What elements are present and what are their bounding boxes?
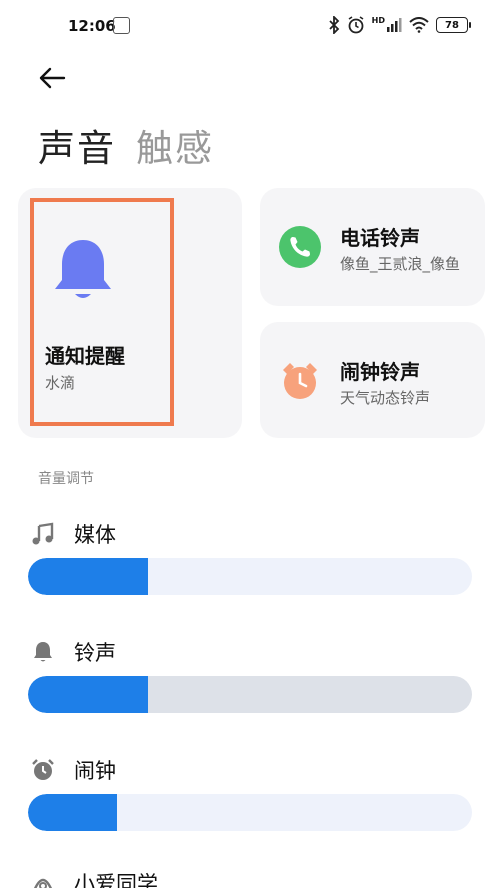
battery-level: 78 [445,19,459,31]
status-time: 12:06 [68,17,116,35]
volume-alarm-label: 闹钟 [74,759,116,783]
media-volume-slider[interactable] [28,558,472,595]
volume-row-alarm: 闹钟 [30,755,116,785]
volume-row-assistant: 小爱同学 [30,868,158,888]
volume-row-media: 媒体 [30,519,116,549]
alarm-sound-card[interactable]: 闹钟铃声 天气动态铃声 [260,322,485,438]
status-bar: 12:06 HD 78 [0,0,500,56]
signal-icon [387,18,402,32]
alarm-clock-icon [348,16,364,34]
tab-sound[interactable]: 声音 [38,118,116,172]
volume-assistant-label: 小爱同学 [74,872,158,888]
alarm-volume-slider[interactable] [28,794,472,831]
tab-bar: 声音 触感 [38,118,214,172]
bluetooth-icon [329,16,339,34]
phone-icon [279,226,321,268]
tab-haptics[interactable]: 触感 [136,118,214,172]
bell-icon [30,639,56,665]
battery-icon: 78 [436,17,471,33]
slider-fill [28,794,117,831]
back-button[interactable] [36,62,76,98]
alarm-clock-icon [30,757,56,783]
ringtone-volume-slider[interactable] [28,676,472,713]
volume-ringtone-label: 铃声 [74,641,116,665]
wifi-icon [409,17,429,33]
slider-fill [28,676,148,713]
volume-row-ringtone: 铃声 [30,637,116,667]
back-arrow-icon [39,67,66,89]
ringtone-card-title: 电话铃声 [340,226,420,250]
bell-icon [55,240,111,298]
assistant-icon [30,870,56,888]
volume-media-label: 媒体 [74,523,116,547]
ringtone-card[interactable]: 电话铃声 像鱼_王贰浪_像鱼 [260,188,485,306]
notification-sound-card[interactable]: 通知提醒 水滴 [18,188,242,438]
alarm-card-title: 闹钟铃声 [340,360,420,384]
music-note-icon [30,521,56,547]
ringtone-card-subtitle: 像鱼_王贰浪_像鱼 [340,255,461,273]
notification-card-subtitle: 水滴 [45,374,76,392]
status-icons: HD 78 [328,16,471,34]
signal-hd-label: HD [371,16,385,25]
slider-fill [28,558,148,595]
alarm-clock-icon [279,360,321,402]
notification-app-icon [113,17,130,34]
notification-card-title: 通知提醒 [45,344,125,368]
alarm-card-subtitle: 天气动态铃声 [340,389,431,407]
volume-section-label: 音量调节 [38,471,94,487]
